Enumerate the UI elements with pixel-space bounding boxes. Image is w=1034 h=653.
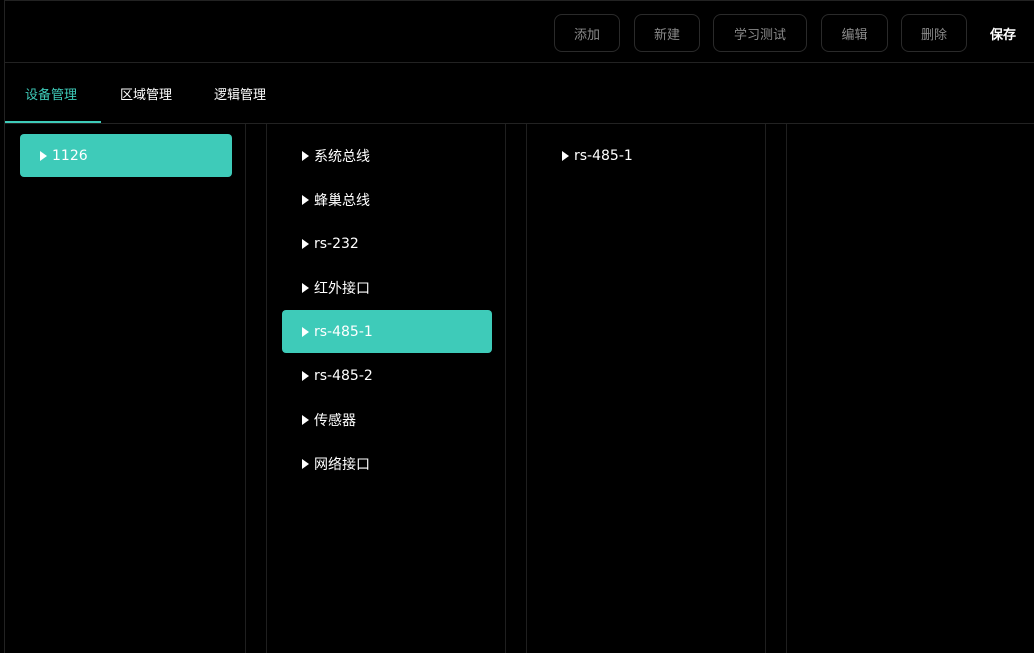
tab-logic-management[interactable]: 逻辑管理 <box>214 63 266 123</box>
caret-right-icon <box>302 282 309 293</box>
tab-device-management[interactable]: 设备管理 <box>25 63 77 123</box>
caret-right-icon <box>302 326 309 337</box>
interface-item[interactable]: 网络接口 <box>282 442 492 485</box>
column-divider <box>266 124 267 653</box>
toolbar: 添加 新建 学习测试 编辑 删除 保存 <box>5 1 1034 63</box>
learn-test-button[interactable]: 学习测试 <box>713 14 807 52</box>
app-frame: 添加 新建 学习测试 编辑 删除 保存 设备管理 区域管理 逻辑管理 1126 … <box>4 0 1034 653</box>
interface-item[interactable]: 红外接口 <box>282 266 492 309</box>
device-item-label: 1126 <box>52 147 88 164</box>
interface-item-label: rs-485-2 <box>314 367 373 384</box>
caret-right-icon <box>302 458 309 469</box>
interface-item-label: rs-232 <box>314 235 359 252</box>
column-divider <box>245 124 246 653</box>
caret-right-icon <box>302 414 309 425</box>
interface-item[interactable]: rs-232 <box>282 222 492 265</box>
interface-item[interactable]: 传感器 <box>282 398 492 441</box>
tab-area-management[interactable]: 区域管理 <box>120 63 172 123</box>
interface-item-label: 网络接口 <box>314 456 370 473</box>
interface-item-label: 蜂巢总线 <box>314 192 370 209</box>
interface-item-label: 系统总线 <box>314 148 370 165</box>
interface-item-label: rs-485-1 <box>314 323 373 340</box>
new-button[interactable]: 新建 <box>634 14 700 52</box>
interface-item-label: 传感器 <box>314 412 356 429</box>
caret-right-icon <box>302 194 309 205</box>
column-divider <box>526 124 527 653</box>
active-tab-indicator <box>5 121 101 123</box>
tab-bar: 设备管理 区域管理 逻辑管理 <box>5 63 1034 124</box>
interface-item-selected[interactable]: rs-485-1 <box>282 310 492 353</box>
interface-item[interactable]: 蜂巢总线 <box>282 178 492 221</box>
sub-interface-item[interactable]: rs-485-1 <box>542 134 752 177</box>
interface-item[interactable]: 系统总线 <box>282 134 492 177</box>
caret-right-icon <box>302 370 309 381</box>
column-divider <box>765 124 766 653</box>
detail-column <box>787 124 1034 653</box>
edit-button[interactable]: 编辑 <box>821 14 888 52</box>
sub-interface-item-label: rs-485-1 <box>574 147 633 164</box>
device-item-1126[interactable]: 1126 <box>20 134 232 177</box>
caret-right-icon <box>302 150 309 161</box>
caret-right-icon <box>302 238 309 249</box>
caret-right-icon <box>562 150 569 161</box>
interface-item[interactable]: rs-485-2 <box>282 354 492 397</box>
caret-right-icon <box>40 150 47 161</box>
column-divider <box>505 124 506 653</box>
save-button[interactable]: 保存 <box>990 14 1016 52</box>
delete-button[interactable]: 删除 <box>901 14 967 52</box>
interface-item-label: 红外接口 <box>314 280 370 297</box>
add-button[interactable]: 添加 <box>554 14 620 52</box>
